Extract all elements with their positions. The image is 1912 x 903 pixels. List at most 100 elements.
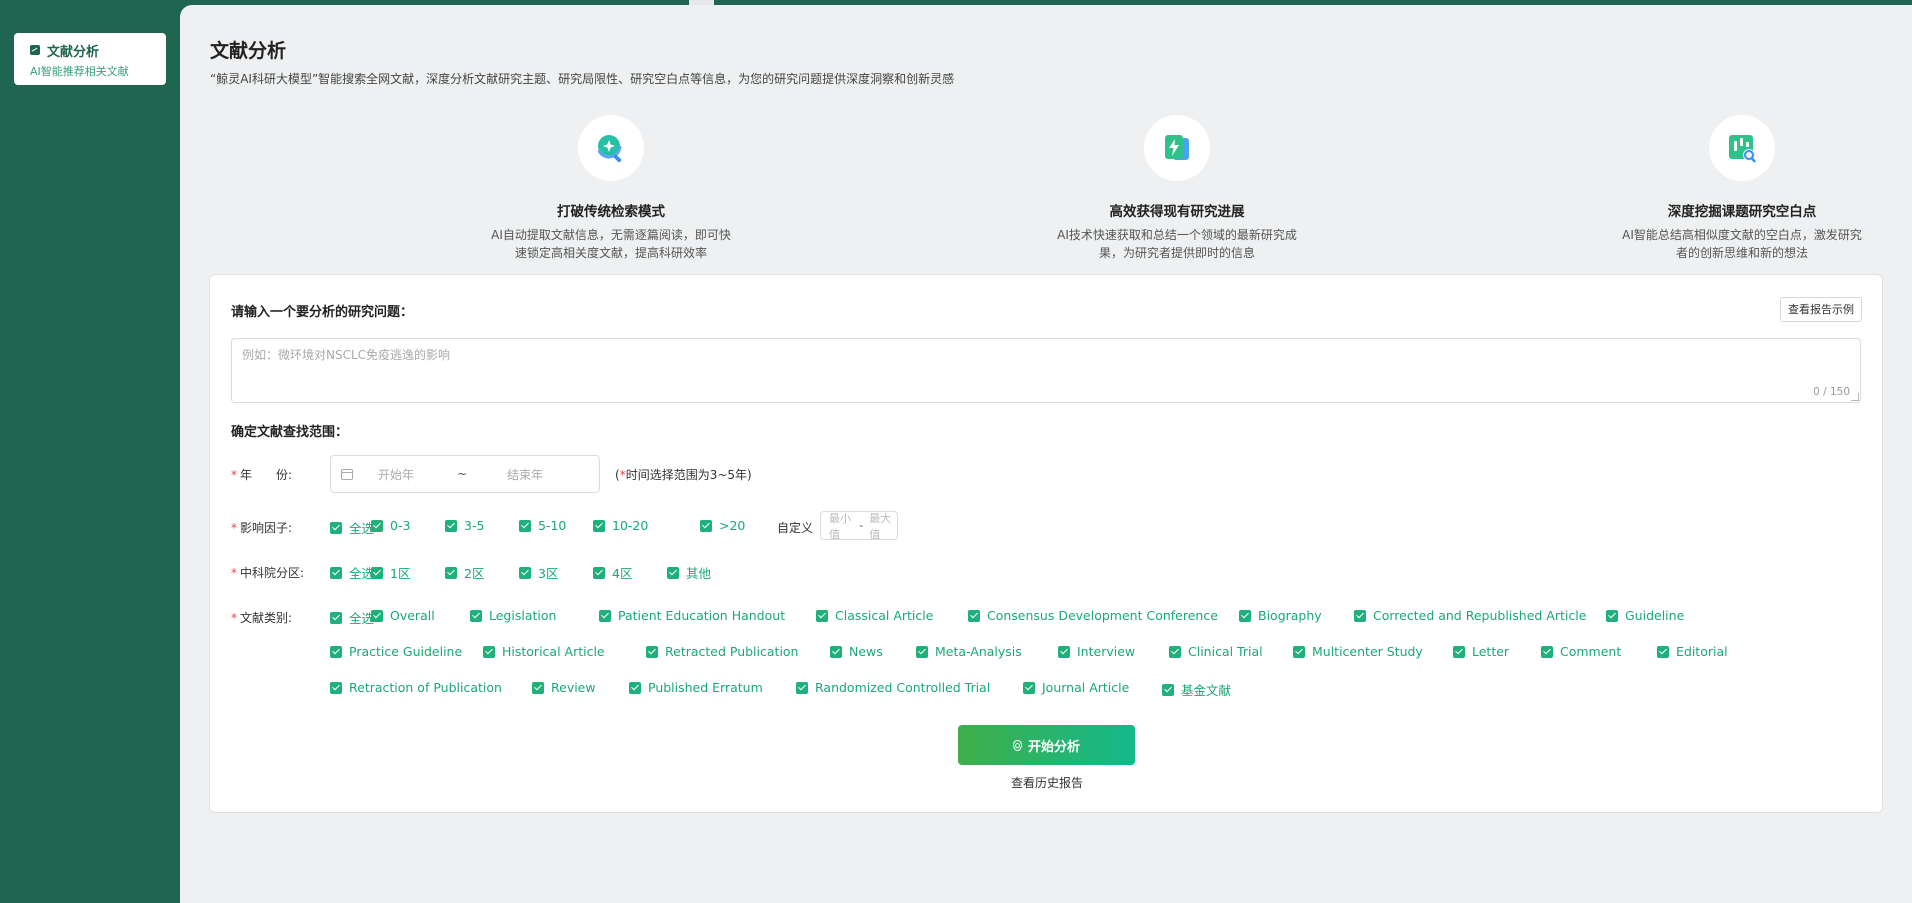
start-analysis-label: 开始分析 bbox=[1027, 739, 1080, 755]
doc-type-checkbox[interactable]: Retracted Publication bbox=[646, 644, 798, 659]
checkbox-label: News bbox=[849, 644, 883, 659]
doc-type-checkbox[interactable]: Historical Article bbox=[483, 644, 605, 659]
feature-card: 深度挖掘课题研究空白点 AI智能总结高相似度文献的空白点，激发研究者的创新思维和… bbox=[1612, 115, 1872, 262]
doc-type-checkbox[interactable]: Legislation bbox=[470, 608, 556, 623]
doc-type-checkbox[interactable]: Editorial bbox=[1657, 644, 1728, 659]
checkbox-checked-icon bbox=[330, 681, 342, 694]
checkbox-label: 10-20 bbox=[612, 518, 649, 533]
checkbox-checked-icon bbox=[816, 609, 828, 622]
checkbox-label: 3-5 bbox=[464, 518, 485, 533]
checkbox-label: Clinical Trial bbox=[1188, 644, 1263, 659]
feature-description: AI自动提取文献信息，无需逐篇阅读，即可快速锁定高相关度文献，提高科研效率 bbox=[491, 228, 731, 260]
checkbox-checked-icon bbox=[593, 566, 605, 579]
doc-type-checkbox[interactable]: Consensus Development Conference bbox=[968, 608, 1218, 623]
doc-type-checkbox[interactable]: Classical Article bbox=[816, 608, 933, 623]
impact-checkbox[interactable]: 0-3 bbox=[371, 518, 410, 533]
checkbox-label: Biography bbox=[1258, 608, 1322, 623]
checkbox-label: 1区 bbox=[390, 566, 411, 581]
checkbox-label: Classical Article bbox=[835, 608, 934, 623]
doc-type-checkbox[interactable]: Review bbox=[532, 680, 596, 695]
doc-type-checkbox[interactable]: Interview bbox=[1058, 644, 1135, 659]
resize-handle-icon[interactable] bbox=[1851, 393, 1859, 401]
doc-type-checkbox[interactable]: Corrected and Republished Article bbox=[1354, 608, 1586, 623]
cas-checkbox[interactable]: 3区 bbox=[519, 563, 558, 582]
checkbox-checked-icon bbox=[629, 681, 641, 694]
cas-zone-label-text: 中科院分区: bbox=[240, 566, 305, 580]
doc-type-checkbox[interactable]: Multicenter Study bbox=[1293, 644, 1423, 659]
impact-factor-label-text: 影响因子: bbox=[240, 521, 293, 535]
checkbox-label: 2区 bbox=[464, 566, 485, 581]
checkbox-checked-icon bbox=[532, 681, 544, 694]
checkbox-label: Review bbox=[551, 680, 596, 695]
doc-type-checkbox[interactable]: Retraction of Publication bbox=[330, 680, 502, 695]
cas-checkbox[interactable]: 2区 bbox=[445, 563, 484, 582]
feature-card: 高效获得现有研究进展 AI技术快速获取和总结一个领域的最新研究成果，为研究者提供… bbox=[1047, 115, 1307, 262]
sidebar: 文献分析 AI智能推荐相关文献 bbox=[0, 0, 180, 903]
page-title: 文献分析 bbox=[210, 40, 287, 62]
magnify-plus-icon bbox=[578, 115, 644, 181]
view-example-report-button[interactable]: 查看报告示例 bbox=[1780, 297, 1862, 322]
checkbox-label: Comment bbox=[1560, 644, 1622, 659]
impact-checkbox[interactable]: 全选 bbox=[330, 518, 374, 537]
doc-type-checkbox[interactable]: Clinical Trial bbox=[1169, 644, 1263, 659]
doc-type-checkbox[interactable]: Meta-Analysis bbox=[916, 644, 1022, 659]
page-description: “鲸灵AI科研大模型”智能搜索全网文献，深度分析文献研究主题、研究局限性、研究空… bbox=[210, 72, 955, 86]
impact-checkbox[interactable]: >20 bbox=[700, 518, 745, 533]
doc-type-checkbox[interactable]: Biography bbox=[1239, 608, 1322, 623]
checkbox-checked-icon bbox=[1058, 645, 1070, 658]
checkbox-label: >20 bbox=[719, 518, 746, 533]
end-year-input[interactable]: 结束年 bbox=[507, 466, 543, 483]
chart-icon bbox=[30, 45, 40, 55]
question-input[interactable] bbox=[232, 339, 1860, 402]
max-value-input[interactable]: 最大值 bbox=[869, 510, 897, 542]
cas-checkbox[interactable]: 其他 bbox=[667, 563, 711, 582]
checkbox-label: Historical Article bbox=[502, 644, 605, 659]
checkbox-checked-icon bbox=[916, 645, 928, 658]
doc-type-checkbox[interactable]: Comment bbox=[1541, 644, 1621, 659]
top-indicator bbox=[689, 0, 714, 5]
checkbox-label: 其他 bbox=[686, 566, 712, 581]
year-separator: ~ bbox=[457, 467, 468, 481]
sidebar-item-subtitle: AI智能推荐相关文献 bbox=[30, 65, 129, 78]
feature-title: 深度挖掘课题研究空白点 bbox=[1667, 204, 1817, 220]
impact-checkbox[interactable]: 10-20 bbox=[593, 518, 648, 533]
checkbox-label: Patient Education Handout bbox=[618, 608, 786, 623]
doc-type-checkbox[interactable]: 基金文献 bbox=[1162, 680, 1231, 699]
custom-range-label: 自定义 bbox=[777, 521, 814, 535]
sidebar-item-literature-analysis[interactable]: 文献分析 AI智能推荐相关文献 bbox=[14, 33, 166, 85]
feature-title: 打破传统检索模式 bbox=[557, 204, 665, 220]
doc-type-checkbox[interactable]: Randomized Controlled Trial bbox=[796, 680, 990, 695]
start-analysis-button[interactable]: 开始分析 bbox=[958, 725, 1135, 765]
checkbox-checked-icon bbox=[1453, 645, 1465, 658]
impact-checkbox[interactable]: 5-10 bbox=[519, 518, 566, 533]
checkbox-checked-icon bbox=[483, 645, 495, 658]
doc-type-label-text: 文献类别: bbox=[240, 611, 293, 625]
view-history-report-link[interactable]: 查看历史报告 bbox=[997, 774, 1097, 791]
checkbox-label: 5-10 bbox=[538, 518, 567, 533]
doc-type-checkbox[interactable]: Published Erratum bbox=[629, 680, 763, 695]
checkbox-label: Meta-Analysis bbox=[935, 644, 1022, 659]
checkbox-label: Consensus Development Conference bbox=[987, 608, 1218, 623]
cas-checkbox[interactable]: 1区 bbox=[371, 563, 410, 582]
cas-checkbox[interactable]: 4区 bbox=[593, 563, 632, 582]
checkbox-label: Editorial bbox=[1676, 644, 1728, 659]
cas-checkbox[interactable]: 全选 bbox=[330, 563, 374, 582]
year-label-text: 年 份: bbox=[240, 468, 293, 482]
doc-type-checkbox[interactable]: 全选 bbox=[330, 608, 374, 627]
doc-type-checkbox[interactable]: Overall bbox=[371, 608, 435, 623]
doc-type-checkbox[interactable]: Journal Article bbox=[1023, 680, 1129, 695]
calendar-icon bbox=[341, 468, 353, 480]
impact-checkbox[interactable]: 3-5 bbox=[445, 518, 484, 533]
location-pin-icon bbox=[1012, 739, 1022, 751]
year-range-picker[interactable]: 开始年 ~ 结束年 bbox=[330, 455, 600, 493]
lightning-doc-icon bbox=[1144, 115, 1210, 181]
min-value-input[interactable]: 最小值 bbox=[829, 510, 859, 542]
doc-type-checkbox[interactable]: Practice Guideline bbox=[330, 644, 462, 659]
doc-type-checkbox[interactable]: Letter bbox=[1453, 644, 1509, 659]
required-mark: * bbox=[231, 566, 237, 580]
start-year-input[interactable]: 开始年 bbox=[378, 466, 448, 483]
checkbox-checked-icon bbox=[470, 609, 482, 622]
doc-type-checkbox[interactable]: Guideline bbox=[1606, 608, 1684, 623]
doc-type-checkbox[interactable]: News bbox=[830, 644, 883, 659]
doc-type-checkbox[interactable]: Patient Education Handout bbox=[599, 608, 785, 623]
